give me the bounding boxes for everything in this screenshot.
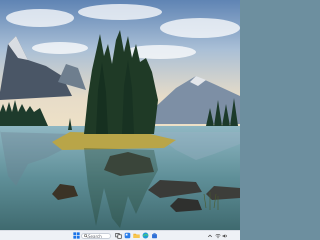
search-icon xyxy=(83,234,88,239)
chevron-up-icon[interactable] xyxy=(207,233,213,239)
desktop-wallpaper xyxy=(0,0,240,230)
task-view-icon[interactable] xyxy=(115,232,122,239)
volume-icon[interactable] xyxy=(222,233,228,239)
folder-icon[interactable] xyxy=(133,232,140,239)
search-label: Search xyxy=(88,233,102,239)
store-icon[interactable] xyxy=(151,232,158,239)
browser-icon[interactable] xyxy=(142,232,149,239)
taskbar: Search xyxy=(0,230,240,240)
system-tray xyxy=(207,232,237,240)
widgets-icon[interactable] xyxy=(124,232,131,239)
search-box[interactable]: Search xyxy=(81,232,111,239)
wifi-icon[interactable] xyxy=(215,233,221,239)
windows-logo-icon[interactable] xyxy=(73,232,80,239)
